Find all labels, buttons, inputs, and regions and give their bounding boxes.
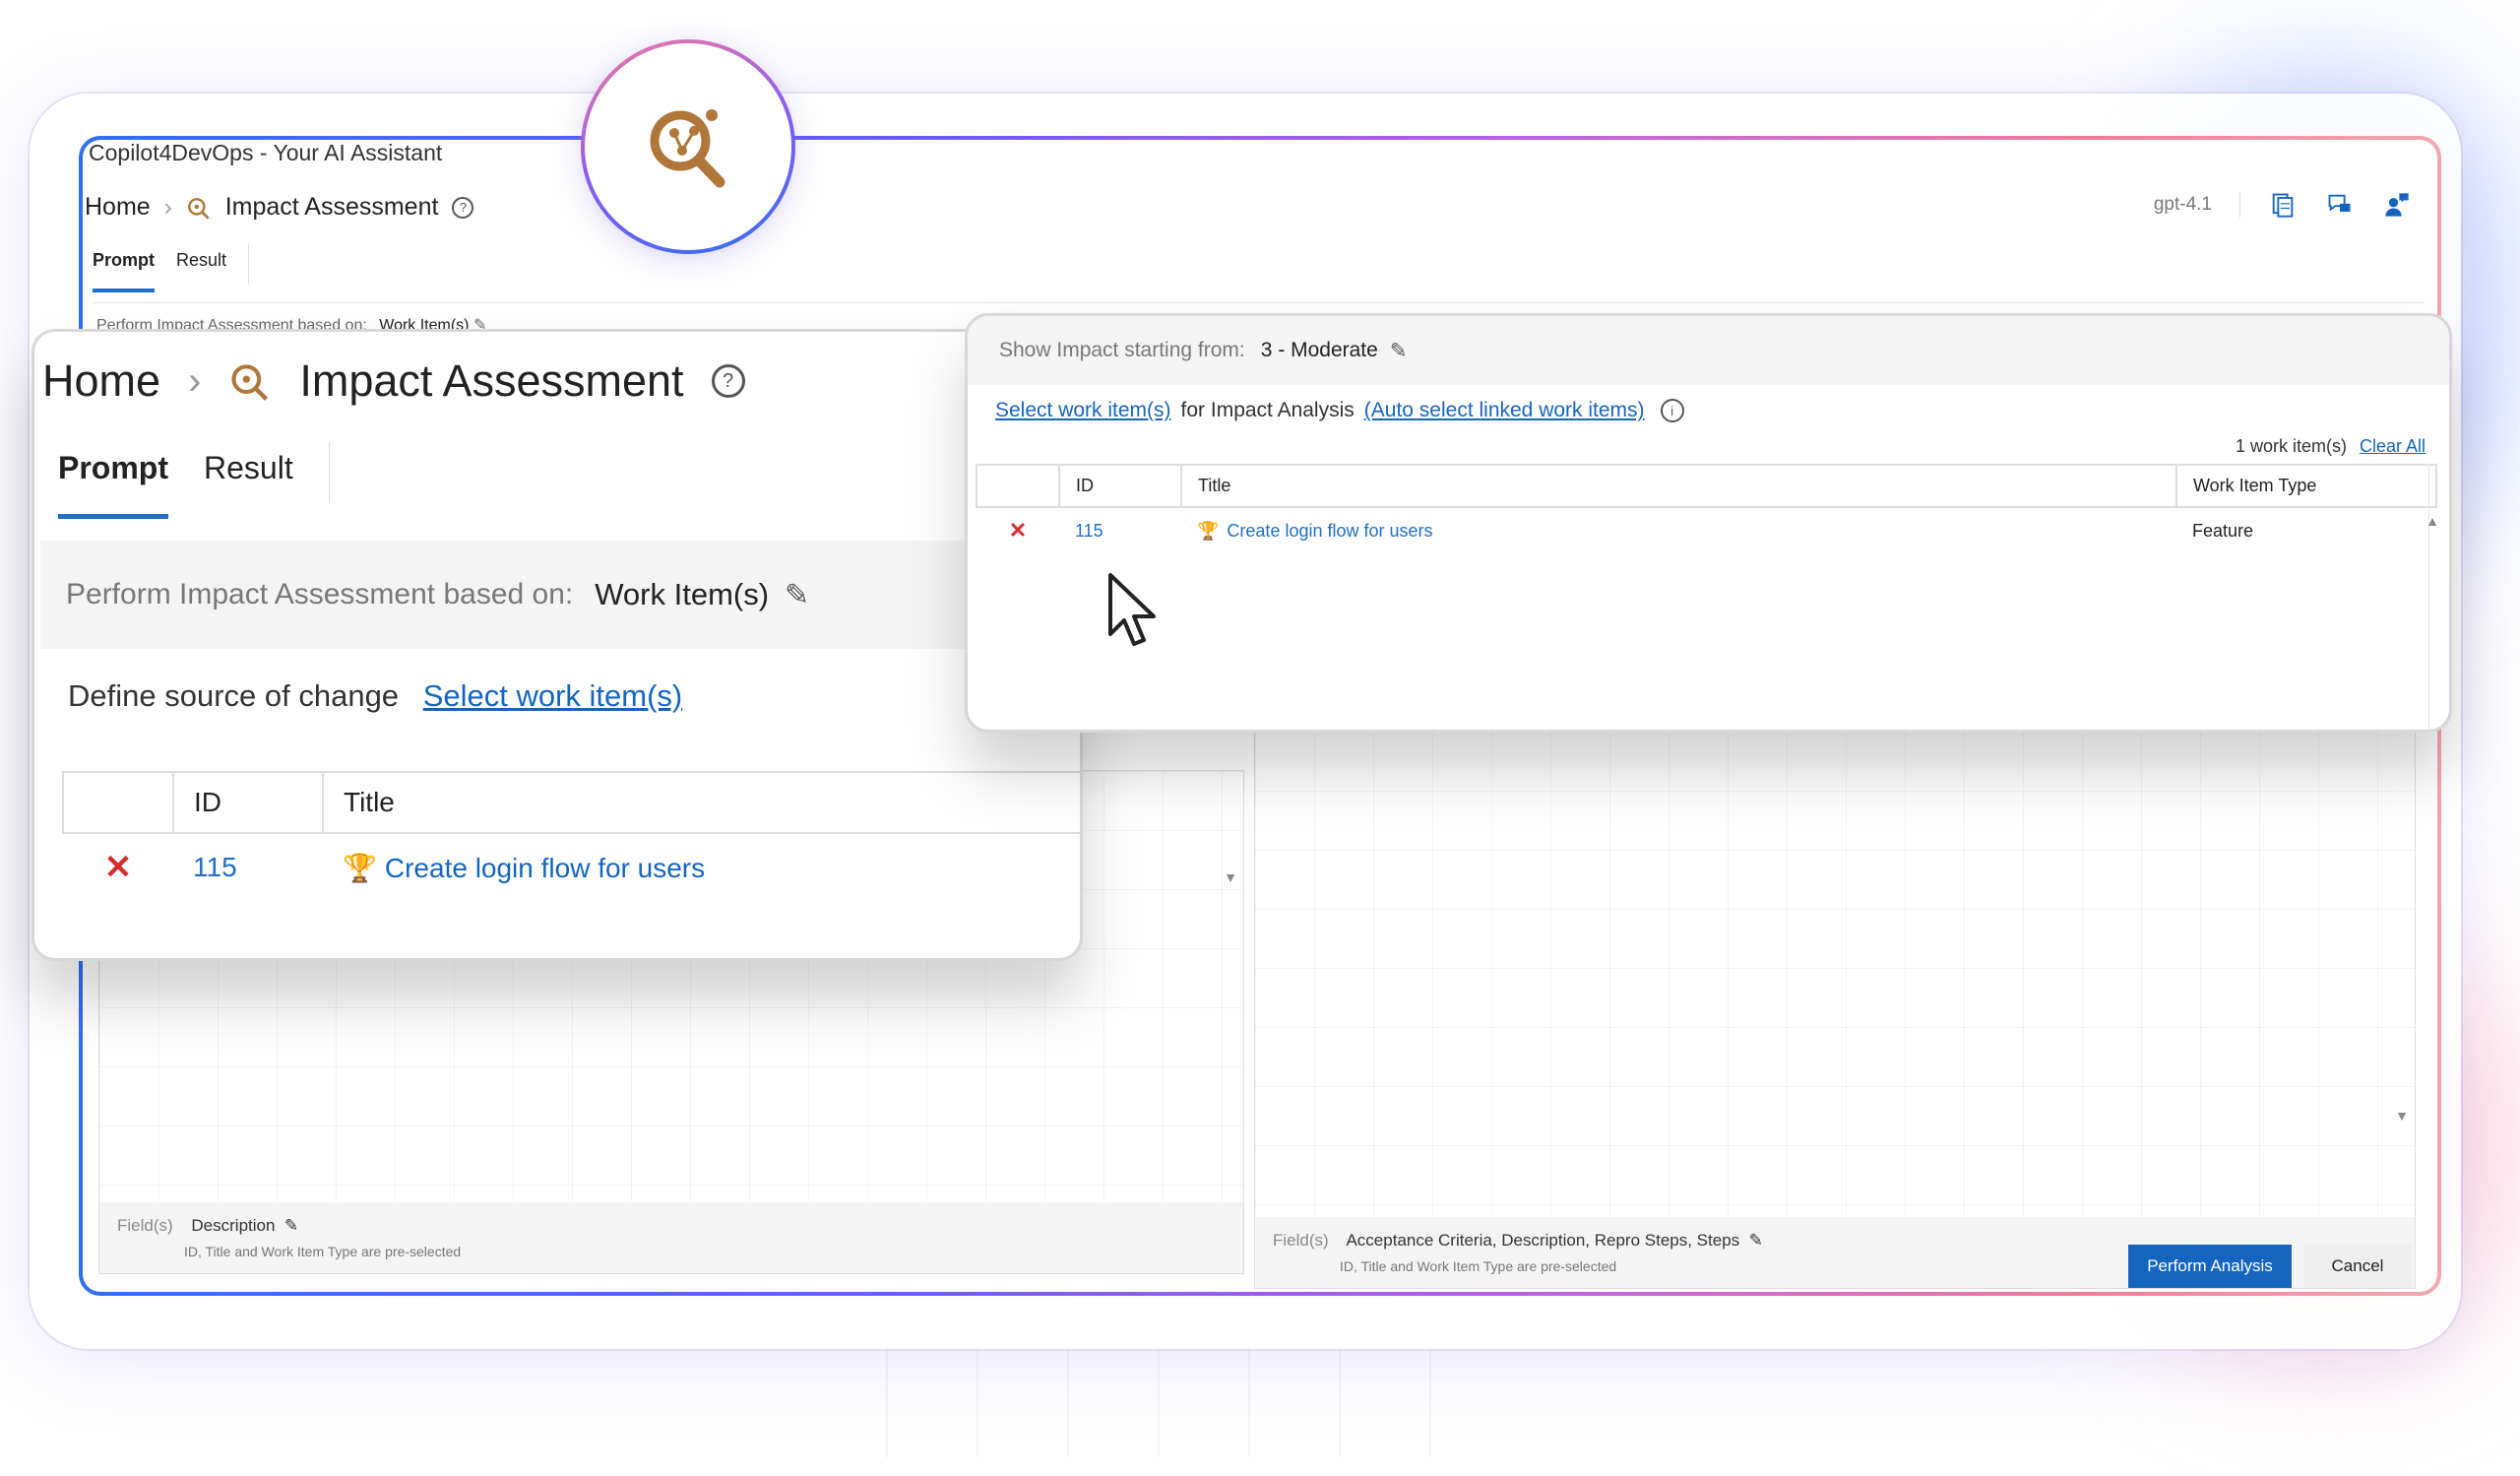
select-work-items-row: Select work item(s) for Impact Analysis … [995, 399, 1684, 422]
impact-threshold: Show Impact starting from: 3 - Moderate … [968, 316, 2449, 385]
documents-icon[interactable] [2268, 191, 2298, 219]
work-items-table: ID Title ✕ 115 🏆 Create login flow for us… [62, 771, 1080, 901]
select-work-items-link[interactable]: Select work item(s) [995, 399, 1171, 422]
tab-prompt[interactable]: Prompt [58, 450, 168, 519]
remove-icon[interactable]: ✕ [976, 507, 1059, 553]
left-fields-box: Field(s) Description ✎ ID, Title and Wor… [99, 1202, 1243, 1273]
impact-assessment-icon [231, 364, 269, 401]
help-icon[interactable]: ? [711, 364, 745, 398]
fields-value[interactable]: Acceptance Criteria, Description, Repro … [1346, 1231, 1739, 1250]
logo-search-icon [650, 109, 725, 188]
scroll-up-icon[interactable]: ▲ [2426, 513, 2439, 529]
perform-label: Perform Impact Assessment based on: [66, 578, 574, 610]
impact-assessment-icon [187, 197, 210, 220]
column-header-id[interactable]: ID [1058, 464, 1182, 508]
help-icon[interactable]: ? [452, 196, 474, 219]
feature-trophy-icon: 🏆 [1197, 520, 1220, 541]
table-row: ✕ 115 🏆 Create login flow for users Featu… [976, 507, 2436, 553]
tab-prompt[interactable]: Prompt [93, 250, 155, 292]
user-feedback-icon[interactable] [2382, 191, 2412, 219]
work-items-table: ID Title Work Item Type ✕ 115 🏆 Create lo… [976, 464, 2437, 553]
scrollbar-track[interactable] [2428, 464, 2429, 730]
select-text: for Impact Analysis [1180, 399, 1354, 421]
work-item-title-cell[interactable]: 🏆 Create login flow for users [1181, 507, 2176, 553]
work-item-type: Feature [2192, 520, 2254, 541]
work-item-title-cell[interactable]: 🏆 Create login flow for users [323, 833, 1080, 901]
breadcrumb-current: Impact Assessment [299, 355, 684, 406]
work-item-id[interactable]: 115 [1059, 507, 1181, 553]
chevron-right-icon: › [163, 193, 172, 221]
tab-bar: Prompt Result [58, 442, 330, 519]
perform-based-on: Perform Impact Assessment based on: Work… [40, 541, 1080, 649]
tab-result[interactable]: Result [176, 250, 226, 292]
toolbar-divider [2239, 192, 2240, 218]
edit-icon[interactable]: ✎ [1744, 1231, 1763, 1250]
breadcrumb-current: Impact Assessment [224, 193, 439, 221]
column-header-remove [62, 771, 174, 834]
breadcrumb: Home › Impact Assessment ? [85, 193, 474, 222]
zoom-callout-left: Home › Impact Assessment ? Prompt Result… [32, 329, 1083, 961]
edit-icon[interactable]: ✎ [785, 578, 809, 612]
model-label[interactable]: gpt-4.1 [2154, 194, 2212, 216]
zoom-callout-right: Show Impact starting from: 3 - Moderate … [965, 313, 2452, 733]
perform-analysis-button[interactable]: Perform Analysis [2128, 1245, 2292, 1288]
clear-all-link[interactable]: Clear All [2360, 436, 2426, 456]
info-icon[interactable]: i [1660, 399, 1684, 422]
column-header-id[interactable]: ID [172, 771, 324, 834]
fields-value[interactable]: Description [191, 1216, 275, 1235]
column-header-title[interactable]: Title [322, 771, 1080, 834]
edit-icon[interactable]: ✎ [1390, 339, 1408, 363]
edit-icon[interactable]: ✎ [280, 1216, 298, 1235]
auto-select-linked-link[interactable]: (Auto select linked work items) [1364, 399, 1645, 422]
chevron-right-icon: › [188, 358, 202, 403]
work-item-title[interactable]: Create login flow for users [385, 853, 705, 883]
impact-value[interactable]: 3 - Moderate [1261, 339, 1378, 362]
fields-label: Field(s) [1273, 1231, 1329, 1250]
table-row: ✕ 115 🏆 Create login flow for users [63, 833, 1080, 901]
fields-note: ID, Title and Work Item Type are pre-sel… [184, 1244, 462, 1259]
breadcrumb-home[interactable]: Home [85, 193, 151, 222]
breadcrumb-home[interactable]: Home [42, 355, 160, 407]
app-logo [581, 39, 795, 254]
remove-icon[interactable]: ✕ [63, 833, 173, 901]
impact-label: Show Impact starting from: [999, 339, 1245, 361]
window-title: Copilot4DevOps - Your AI Assistant [89, 140, 443, 165]
perform-value[interactable]: Work Item(s) [595, 577, 769, 612]
feature-trophy-icon: 🏆 [343, 852, 377, 883]
count-text: 1 work item(s) [2235, 436, 2347, 456]
divider [93, 302, 2424, 303]
column-header-remove [976, 464, 1060, 508]
define-label: Define source of change [68, 678, 400, 713]
mouse-cursor-icon [1108, 573, 1156, 646]
fields-label: Field(s) [117, 1216, 173, 1235]
pane-background [1255, 732, 2415, 1288]
scroll-down-icon[interactable]: ▼ [1224, 869, 1237, 885]
tab-divider [328, 442, 330, 503]
toolbar-right: gpt-4.1 [2154, 191, 2412, 219]
select-work-items-link[interactable]: Select work item(s) [423, 678, 683, 713]
column-header-title[interactable]: Title [1180, 464, 2177, 508]
work-item-count: 1 work item(s) Clear All [2236, 436, 2426, 457]
define-source: Define source of change Select work item… [68, 678, 682, 714]
impact-pane: ▼ Field(s) Acceptance Criteria, Descript… [1254, 731, 2416, 1289]
tab-divider [248, 244, 250, 284]
column-header-type[interactable]: Work Item Type [2175, 464, 2437, 508]
work-item-id[interactable]: 115 [173, 833, 323, 901]
chat-icon[interactable] [2325, 191, 2355, 219]
cancel-button[interactable]: Cancel [2303, 1245, 2412, 1288]
tab-result[interactable]: Result [204, 450, 293, 519]
scroll-down-icon[interactable]: ▼ [2395, 1108, 2409, 1123]
work-item-title[interactable]: Create login flow for users [1227, 521, 1432, 541]
breadcrumb: Home › Impact Assessment ? [42, 355, 745, 407]
tab-bar: Prompt Result [93, 244, 250, 292]
